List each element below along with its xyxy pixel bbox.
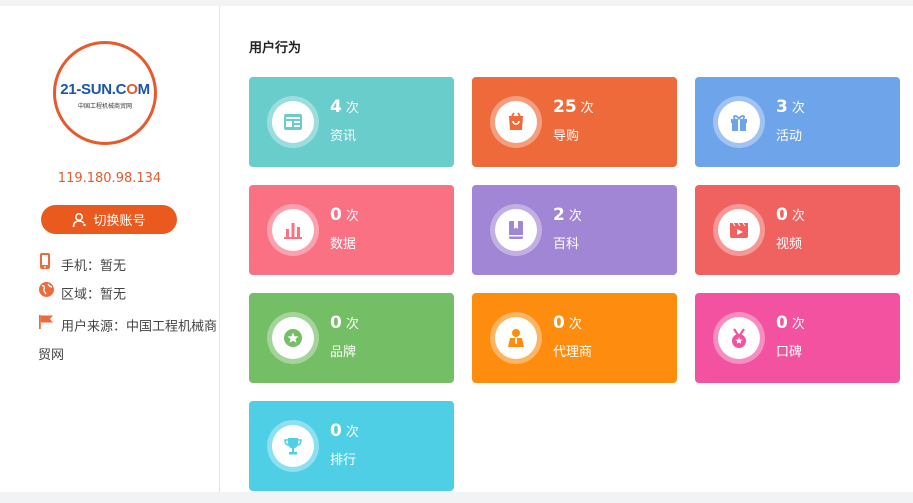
behavior-card-5[interactable]: 0 次视频 xyxy=(695,185,900,275)
card-count-value: 2 xyxy=(553,205,565,225)
phone-text: 手机：暂无 xyxy=(61,259,127,274)
region-text: 区域：暂无 xyxy=(61,287,127,303)
card-icon-badge xyxy=(713,204,765,256)
switch-account-button[interactable]: 切换账号 xyxy=(41,205,177,234)
card-count-unit: 次 xyxy=(580,101,594,116)
user-profile-panel: 21-SUN.COM 中国工程机械商贸网 119.180.98.134 切换账号… xyxy=(0,6,913,492)
region-info: 区域：暂无 xyxy=(38,281,126,310)
card-count: 0次 xyxy=(330,421,359,441)
card-count-value: 0 xyxy=(776,205,788,225)
card-count-value: 3 xyxy=(776,97,788,117)
behavior-card-9[interactable]: 0 次排行 xyxy=(249,401,454,491)
card-count-value: 0 xyxy=(330,421,342,441)
behavior-card-7[interactable]: 0 次代理商 xyxy=(472,293,677,383)
gift-icon xyxy=(718,101,760,143)
card-label: 活动 xyxy=(776,129,803,144)
behavior-card-1[interactable]: 25 次导购 xyxy=(472,77,677,167)
globe-icon xyxy=(38,281,56,309)
card-count-unit: 次 xyxy=(345,101,359,116)
source-info: 用户来源：中国工程机械商贸网 xyxy=(38,313,218,370)
card-count-value: 4 xyxy=(330,97,342,117)
card-icon-badge xyxy=(490,96,542,148)
card-label: 导购 xyxy=(553,129,580,144)
site-logo: 21-SUN.COM 中国工程机械商贸网 xyxy=(53,41,157,145)
card-icon-badge xyxy=(490,204,542,256)
card-icon-badge xyxy=(267,312,319,364)
behavior-card-0[interactable]: 4 次资讯 xyxy=(249,77,454,167)
behavior-card-2[interactable]: 3 次活动 xyxy=(695,77,900,167)
book-icon xyxy=(495,209,537,251)
card-label: 视频 xyxy=(776,237,803,252)
card-count-value: 0 xyxy=(776,313,788,333)
behavior-card-4[interactable]: 2 次百科 xyxy=(472,185,677,275)
switch-account-label: 切换账号 xyxy=(93,214,146,229)
logo-subtext: 中国工程机械商贸网 xyxy=(77,103,132,110)
agent-icon xyxy=(495,317,537,359)
card-count-value: 0 xyxy=(553,313,565,333)
card-count: 0次 xyxy=(776,205,805,225)
news-icon xyxy=(272,101,314,143)
card-icon-badge xyxy=(267,96,319,148)
medal-icon xyxy=(718,317,760,359)
card-count-value: 25 xyxy=(553,97,577,117)
behavior-card-6[interactable]: 0 次品牌 xyxy=(249,293,454,383)
card-count: 0次 xyxy=(330,205,359,225)
card-icon-badge xyxy=(267,204,319,256)
card-count-unit: 次 xyxy=(568,209,582,224)
card-count-unit: 次 xyxy=(345,425,359,440)
phone-info: 手机：暂无 xyxy=(38,252,126,281)
card-label: 百科 xyxy=(553,237,580,252)
flag-icon xyxy=(38,313,56,341)
card-icon-badge xyxy=(267,420,319,472)
trophy-icon xyxy=(272,425,314,467)
behavior-card-8[interactable]: 0 次口碑 xyxy=(695,293,900,383)
card-icon-badge xyxy=(713,312,765,364)
card-label: 口碑 xyxy=(776,345,803,360)
card-count: 3次 xyxy=(776,97,805,117)
bar-chart-icon xyxy=(272,209,314,251)
card-count-unit: 次 xyxy=(345,317,359,332)
card-count: 0次 xyxy=(553,313,582,333)
star-badge-icon xyxy=(272,317,314,359)
card-icon-badge xyxy=(490,312,542,364)
card-label: 品牌 xyxy=(330,345,357,360)
card-count: 0次 xyxy=(776,313,805,333)
profile-sidebar: 21-SUN.COM 中国工程机械商贸网 119.180.98.134 切换账号… xyxy=(0,6,220,492)
shopping-bag-icon xyxy=(495,101,537,143)
card-count-unit: 次 xyxy=(791,101,805,116)
card-label: 数据 xyxy=(330,237,357,252)
ip-address: 119.180.98.134 xyxy=(57,171,162,186)
video-icon xyxy=(718,209,760,251)
card-count: 4次 xyxy=(330,97,359,117)
card-count-unit: 次 xyxy=(345,209,359,224)
user-icon xyxy=(73,212,87,227)
source-text: 用户来源：中国工程机械商贸网 xyxy=(38,319,218,363)
card-count: 0次 xyxy=(330,313,359,333)
card-count-unit: 次 xyxy=(791,209,805,224)
card-count-value: 0 xyxy=(330,313,342,333)
card-icon-badge xyxy=(713,96,765,148)
card-count-value: 0 xyxy=(330,205,342,225)
card-count: 25 次 xyxy=(553,97,594,117)
card-count-unit: 次 xyxy=(568,317,582,332)
card-label: 代理商 xyxy=(553,345,593,360)
card-count-unit: 次 xyxy=(791,317,805,332)
phone-icon xyxy=(38,252,56,281)
section-title: 用户行为 xyxy=(249,41,302,56)
card-count: 2次 xyxy=(553,205,582,225)
behavior-card-3[interactable]: 0 次数据 xyxy=(249,185,454,275)
logo-text: 21-SUN.COM xyxy=(60,81,150,98)
card-label: 资讯 xyxy=(330,129,357,144)
card-label: 排行 xyxy=(330,453,357,468)
